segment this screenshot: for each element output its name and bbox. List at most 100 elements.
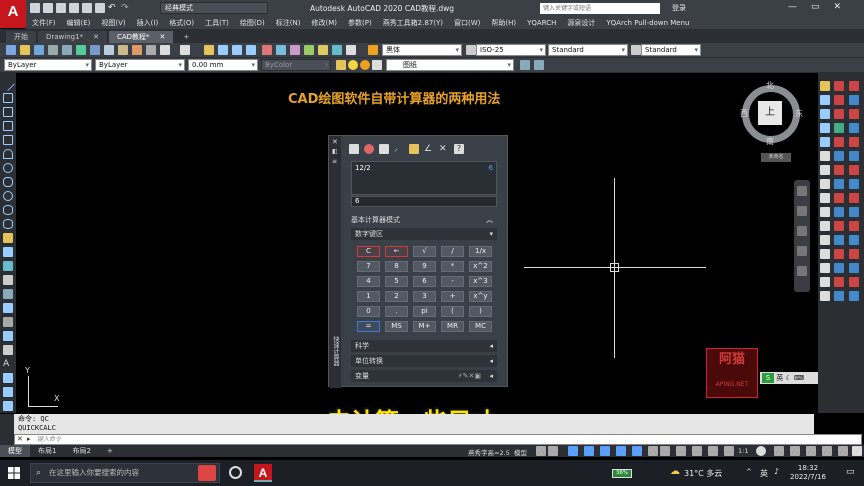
tab-model[interactable]: 模型 [0, 445, 30, 457]
key-equals[interactable]: = [357, 321, 380, 332]
distance-icon[interactable] [409, 144, 419, 154]
menu-file[interactable]: 文件(F) [32, 18, 56, 28]
color-select[interactable]: ByLayer [4, 59, 92, 71]
open-icon[interactable] [43, 3, 53, 13]
cut-icon[interactable] [90, 45, 100, 55]
menu-insert[interactable]: 插入(I) [137, 18, 159, 28]
key-reciprocal[interactable]: 1/x [469, 246, 492, 257]
yq-tool-12-icon[interactable] [834, 235, 844, 245]
gradient-icon[interactable] [3, 289, 13, 299]
join-icon[interactable] [820, 249, 830, 259]
layer-select[interactable]: 图纸 [386, 59, 514, 71]
line-icon[interactable] [0, 76, 16, 92]
key-sqrt[interactable]: √ [413, 246, 436, 257]
key-memory-clear[interactable]: MC [469, 321, 492, 332]
ellipse-arc-icon[interactable] [3, 219, 13, 229]
keyboard-icon[interactable]: ⌨ [794, 374, 804, 382]
app-logo[interactable]: A [0, 0, 26, 28]
workspace-switching-icon[interactable] [756, 446, 766, 456]
text-style-icon[interactable] [368, 45, 378, 55]
yq-tool-23-icon[interactable] [849, 165, 859, 175]
print-icon[interactable] [95, 3, 105, 13]
clear-history-icon[interactable] [364, 144, 374, 154]
annotation-visibility-icon[interactable] [724, 446, 734, 456]
menu-dimension[interactable]: 标注(N) [276, 18, 301, 28]
weather-text[interactable]: 31°C 多云 [684, 468, 722, 479]
publish-icon[interactable] [76, 45, 86, 55]
moon-icon[interactable]: ☾ [785, 374, 791, 382]
yq-tool-18-icon[interactable] [849, 95, 859, 105]
key-clear[interactable]: C [357, 246, 380, 257]
menu-tools[interactable]: 工具(T) [205, 18, 229, 28]
yq-tool-9-icon[interactable] [834, 193, 844, 203]
yq-tool-4-icon[interactable] [834, 123, 844, 133]
tab-layout2[interactable]: 布局2 [64, 445, 98, 457]
key-cube[interactable]: x^3 [469, 276, 492, 287]
scale-icon[interactable] [820, 179, 830, 189]
zoom-previous-icon[interactable] [246, 45, 256, 55]
key-4[interactable]: 4 [357, 276, 380, 287]
selection-cycling-icon[interactable] [676, 446, 686, 456]
key-3[interactable]: 3 [413, 291, 436, 302]
weather-icon[interactable]: ☁ [670, 466, 680, 477]
yq-tool-29-icon[interactable] [849, 249, 859, 259]
units-header[interactable]: 单位转换 ◂ [351, 355, 497, 367]
help-search-input[interactable]: 键入关键字或短语 [540, 3, 660, 14]
yq-tool-1-icon[interactable] [834, 81, 844, 91]
menu-modify[interactable]: 修改(M) [311, 18, 337, 28]
yq-tool-20-icon[interactable] [849, 123, 859, 133]
login-link[interactable]: 登录 [672, 3, 686, 13]
autocad-taskbar-icon[interactable]: A [254, 464, 272, 482]
lineweight-select[interactable]: 0.00 mm [188, 59, 258, 71]
yq-tool-26-icon[interactable] [849, 207, 859, 217]
tab-layout1[interactable]: 布局1 [30, 445, 64, 457]
polar-icon[interactable] [584, 446, 594, 456]
viewcube-top-face[interactable]: 上 [758, 101, 782, 125]
workspace-select[interactable]: 经典模式 [160, 2, 268, 14]
recent-commands-icon[interactable]: ▸ [27, 435, 31, 443]
mode-header[interactable]: 基本计算器模式 ︽ [351, 214, 497, 226]
yq-tool-22-icon[interactable] [849, 151, 859, 161]
quick-properties-icon[interactable] [806, 446, 816, 456]
new-icon[interactable] [30, 3, 40, 13]
key-5[interactable]: 5 [385, 276, 408, 287]
key-2[interactable]: 2 [385, 291, 408, 302]
key-9[interactable]: 9 [413, 261, 436, 272]
object-snap-icon[interactable] [632, 446, 642, 456]
command-input[interactable]: 键入命令 [37, 435, 61, 444]
tab-start[interactable]: 开始 [6, 31, 36, 43]
yq-tool-16-icon[interactable] [834, 291, 844, 301]
key-square[interactable]: x^2 [469, 261, 492, 272]
save-icon[interactable] [56, 3, 66, 13]
ime-toolbar[interactable]: S 英 ☾ ⌨ [760, 372, 818, 384]
trim-icon[interactable] [820, 207, 830, 217]
yq-tool-27-icon[interactable] [849, 221, 859, 231]
isodraft-icon[interactable] [600, 446, 610, 456]
show-hidden-icons[interactable]: ^ [746, 468, 752, 476]
polyline-icon[interactable] [3, 107, 13, 117]
point-icon[interactable] [3, 261, 13, 271]
tab-drawing1[interactable]: Drawing1* ✕ [38, 31, 107, 43]
region-icon[interactable] [3, 303, 13, 313]
text-style-select[interactable]: 黑体 [382, 44, 462, 56]
new-tab-button[interactable]: + [175, 31, 197, 43]
isolate-objects-icon[interactable] [822, 446, 832, 456]
fullscreen-icon[interactable] [838, 446, 848, 456]
close-icon[interactable]: ✕ [93, 31, 99, 43]
construction-line-icon[interactable] [3, 93, 13, 103]
layer-on-icon[interactable] [348, 60, 358, 70]
showmotion-icon[interactable] [797, 266, 807, 276]
menu-draw[interactable]: 绘图(D) [240, 18, 265, 28]
save-icon[interactable] [34, 45, 44, 55]
offset-icon[interactable] [820, 123, 830, 133]
multileader-style-icon[interactable] [631, 45, 641, 55]
rectangle-icon[interactable] [3, 135, 13, 145]
variable-tools-icon[interactable]: ⚡✎✕▣ [458, 370, 481, 382]
draw-order-icon[interactable] [820, 81, 830, 91]
chamfer-icon[interactable] [820, 263, 830, 273]
keypad-header[interactable]: 数字键区 ▾ [351, 228, 497, 240]
yq-tool-10-icon[interactable] [834, 207, 844, 217]
yq-tool-6-icon[interactable] [834, 151, 844, 161]
undo-icon[interactable]: ↶ [108, 3, 118, 13]
minimize-button[interactable]: — [788, 2, 797, 12]
